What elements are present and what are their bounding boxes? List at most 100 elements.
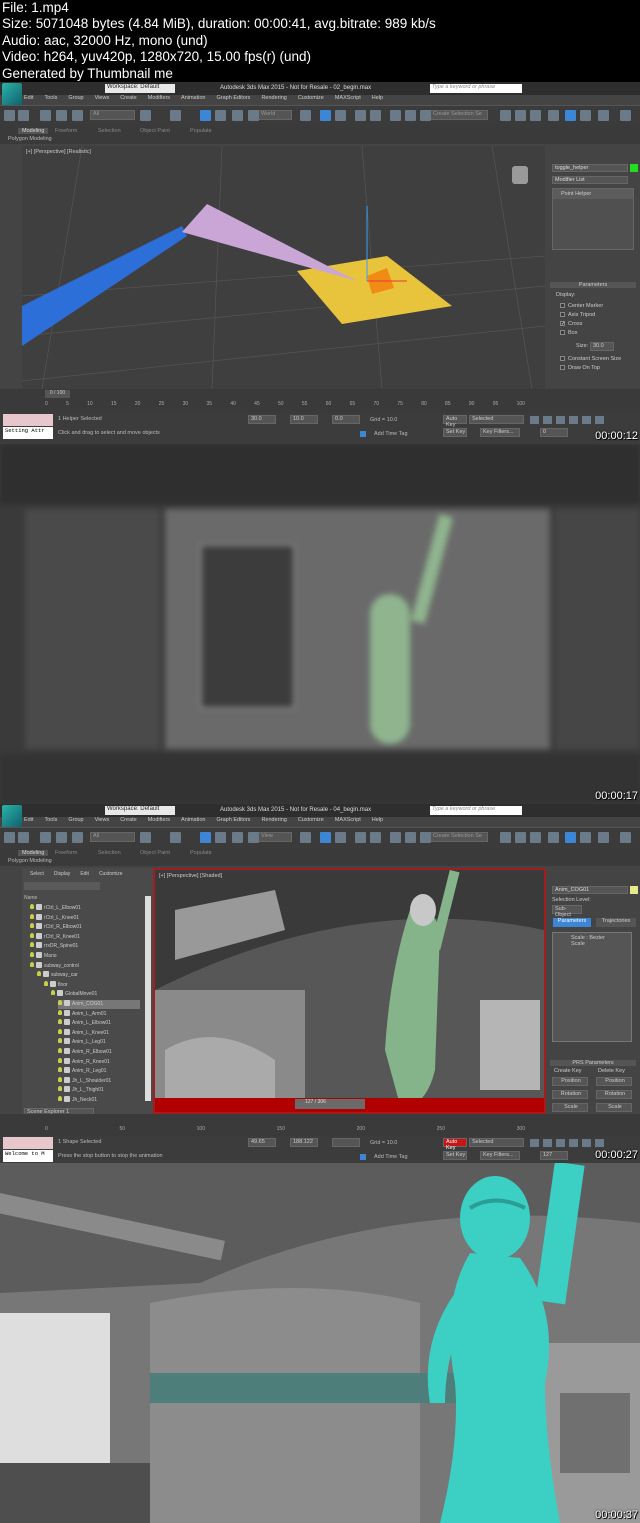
viewport-perspective[interactable]: [+] [Perspective] [Shaded] 127 / 306 [153,868,546,1114]
tree-item[interactable]: subway_car [37,971,78,980]
visibility-bulb-icon[interactable] [30,942,34,948]
playback-control-icon[interactable] [556,1139,565,1147]
tree-item[interactable]: Jh_L_Shoulder01 [58,1076,111,1086]
timeline[interactable]: 0 50 100 150 200 250 300 [0,1114,640,1136]
visibility-bulb-icon[interactable] [58,1048,62,1053]
explorer-search-input[interactable] [24,882,100,890]
z-coord-field[interactable]: 0.0 [332,415,360,424]
3dsmax-logo-icon[interactable] [2,83,22,107]
selection-filter-dropdown[interactable]: All [90,110,135,120]
playback-control-icon[interactable] [595,1139,604,1147]
toolbar-tool-icon[interactable] [515,832,526,843]
object-name-field[interactable]: Anim_COG01 [552,886,628,894]
toolbar-tool-icon[interactable] [500,832,511,843]
menu-item[interactable]: Help [372,817,383,827]
ribbon-tab[interactable]: Object Paint [140,850,170,856]
tree-item[interactable]: Anim_L_Leg01 [58,1038,106,1047]
toolbar-tool-icon[interactable] [370,110,381,121]
menu-item[interactable]: Animation [181,95,205,105]
tree-item[interactable]: rCtrl_R_Knee01 [30,932,80,942]
key-filters-button[interactable]: Key Filters... [480,1151,520,1160]
toolbar-tool-icon[interactable] [72,110,83,121]
toolbar-tool-icon[interactable] [4,832,15,843]
tree-item[interactable]: rCtrl_L_Knee01 [30,913,79,923]
menu-item[interactable]: Rendering [261,95,286,105]
playback-control-icon[interactable] [582,416,591,424]
reference-coord-dropdown[interactable]: World [258,110,292,120]
toolbar-tool-icon[interactable] [18,110,29,121]
toolbar-tool-icon[interactable] [390,110,401,121]
toolbar-tool-icon[interactable] [548,110,559,121]
visibility-bulb-icon[interactable] [30,923,34,929]
tree-item[interactable]: Anim_R_Elbow01 [58,1048,112,1057]
visibility-bulb-icon[interactable] [30,961,34,967]
modifier-list-dropdown[interactable]: Modifier List [552,176,628,184]
visibility-bulb-icon[interactable] [37,971,41,977]
3dsmax-logo-icon[interactable] [2,805,22,829]
tree-item[interactable]: Mano [30,952,57,961]
named-selection-dropdown[interactable]: Create Selection Se [430,110,488,120]
toolbar-tool-icon[interactable] [4,110,15,121]
checkbox[interactable] [560,356,565,361]
toolbar-tool-icon[interactable] [232,110,243,121]
checkbox-row[interactable]: Constant Screen Size [560,354,621,363]
checkbox-row[interactable]: Draw On Top [560,363,621,372]
visibility-bulb-icon[interactable] [58,1009,62,1015]
tree-item[interactable]: rrxDR_Spine01 [30,942,78,951]
modifier-stack-item[interactable]: Point Helper [553,189,633,199]
toolbar-tool-icon[interactable] [580,832,591,843]
y-coord-field[interactable]: 10.0 [290,415,318,424]
reference-coord-dropdown[interactable]: View [258,832,292,842]
ribbon-panel-label[interactable]: Polygon Modeling [8,858,52,864]
menu-item[interactable]: Group [68,817,83,827]
playback-control-icon[interactable] [543,416,552,424]
checkbox[interactable]: ✓ [560,321,565,327]
x-coord-field[interactable]: 30.0 [248,415,276,424]
checkbox[interactable] [560,312,565,317]
prs-rollout[interactable]: PRS Parameters [550,1060,636,1066]
visibility-bulb-icon[interactable] [58,1028,62,1034]
checkbox-row[interactable]: Box [560,328,603,337]
controller-item[interactable]: Scale : Bezier Scale [553,933,631,949]
menu-item[interactable]: Views [95,817,110,827]
toolbar-tool-icon[interactable] [370,832,381,843]
toolbar-tool-icon[interactable] [390,832,401,843]
tree-item[interactable]: floor [44,980,68,990]
toolbar-tool-icon[interactable] [320,110,331,121]
name-column-header[interactable]: Name [24,895,37,901]
menu-item[interactable]: Tools [44,95,57,105]
key-mode-dropdown[interactable]: Selected [469,415,524,424]
tree-item[interactable]: subway_control [30,961,79,971]
current-frame-field[interactable]: 0 [540,428,568,437]
toolbar-tool-icon[interactable] [335,110,346,121]
menu-item[interactable]: MAXScript [335,817,361,827]
toolbar-tool-icon[interactable] [248,110,259,121]
visibility-bulb-icon[interactable] [58,1067,62,1073]
ribbon-tab[interactable]: Populate [190,850,212,856]
menu-item[interactable]: Group [68,95,83,105]
menu-item[interactable]: Help [372,95,383,105]
visibility-bulb-icon[interactable] [30,932,34,938]
toolbar-tool-icon[interactable] [500,110,511,121]
visibility-bulb-icon[interactable] [58,1057,62,1063]
tree-item[interactable]: Jh_Neck01 [58,1096,97,1105]
toolbar-tool-icon[interactable] [515,110,526,121]
maxscript-listener[interactable]: Setting Attr [3,427,53,439]
x-coord-field[interactable]: 49.65 [248,1138,276,1147]
maxscript-listener-top[interactable] [3,414,53,426]
toolbar-tool-icon[interactable] [215,110,226,121]
set-key-button[interactable]: Set Key [443,1151,467,1160]
viewport-label[interactable]: [+] [Perspective] [Realistic] [26,149,91,155]
checkbox-row[interactable]: Center Marker [560,301,603,310]
key-mode-dropdown[interactable]: Selected [469,1138,524,1147]
viewport-label[interactable]: [+] [Perspective] [Shaded] [159,873,222,879]
toolbar-tool-icon[interactable] [300,832,311,843]
tree-item[interactable]: Anim_L_Arm01 [58,1009,106,1019]
explorer-menu-item[interactable]: Select [30,871,44,877]
menu-item[interactable]: Animation [181,817,205,827]
menu-item[interactable]: Customize [298,817,324,827]
object-color-swatch[interactable] [630,886,638,894]
menu-item[interactable]: Graph Editors [217,95,251,105]
tree-item[interactable]: Anim_L_Knee01 [58,1028,109,1038]
toolbar-tool-icon[interactable] [140,110,151,121]
